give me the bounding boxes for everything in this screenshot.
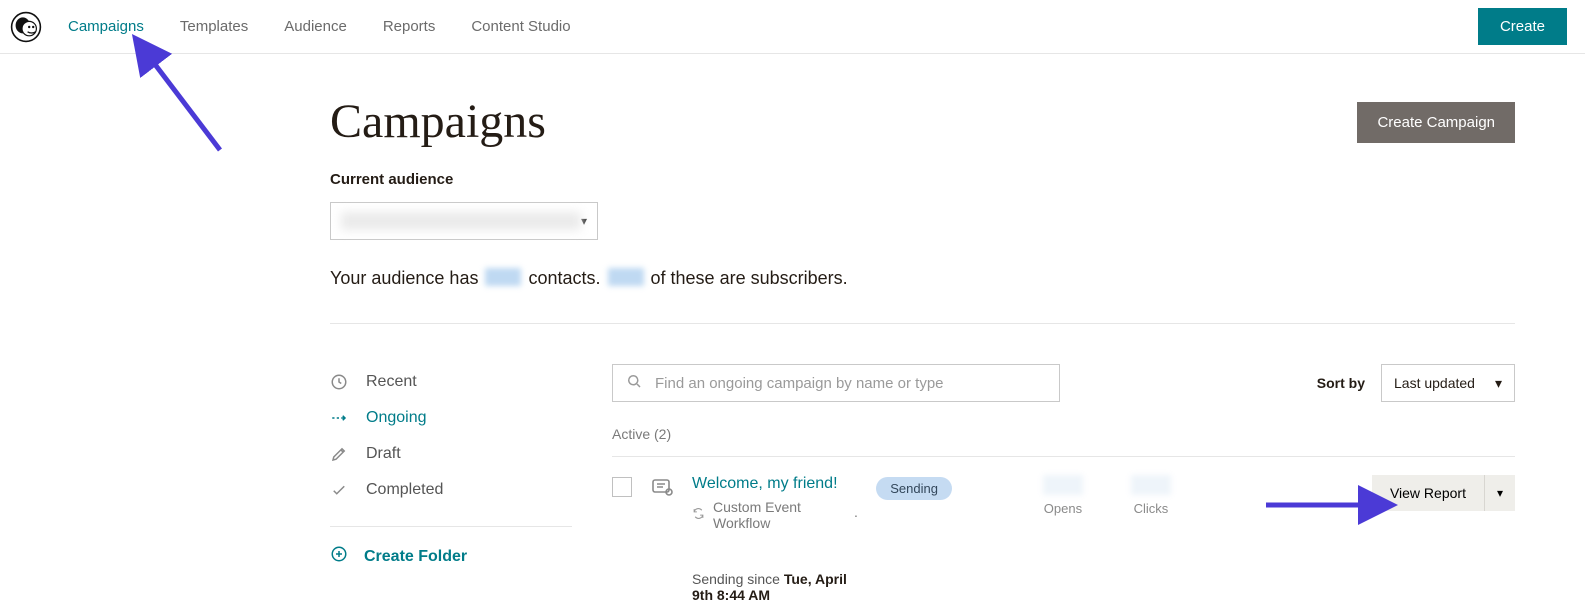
sidebar-item-recent[interactable]: Recent (330, 364, 572, 400)
meta-separator: · (854, 507, 859, 523)
sending-since-prefix: Sending since (692, 571, 784, 587)
audience-summary: Your audience has contacts. of these are… (330, 268, 1515, 289)
automation-icon (650, 475, 674, 499)
sidebar-item-completed[interactable]: Completed (330, 472, 572, 508)
sidebar-item-label: Completed (366, 481, 443, 499)
arrow-dashed-icon (330, 409, 348, 427)
sort-value: Last updated (1394, 375, 1475, 391)
sidebar: Recent Ongoing Draft Completed (330, 364, 572, 603)
audience-summary-suffix: of these are subscribers. (646, 268, 848, 288)
sidebar-divider (330, 526, 572, 527)
current-audience-label: Current audience (330, 171, 1515, 188)
workflow-type: Custom Event Workflow (713, 499, 846, 531)
main: Campaigns Create Campaign Current audien… (0, 54, 1555, 603)
chevron-down-icon: ▾ (581, 214, 587, 228)
row-actions-dropdown[interactable]: ▾ (1484, 475, 1515, 511)
audience-block: Current audience ▾ Your audience has con… (330, 171, 1515, 289)
contact-count-redacted (485, 268, 521, 286)
logo-mailchimp[interactable] (8, 9, 44, 45)
audience-summary-mid: contacts. (523, 268, 605, 288)
audience-summary-prefix: Your audience has (330, 268, 483, 288)
lower: Recent Ongoing Draft Completed (330, 364, 1515, 603)
subscriber-count-redacted (608, 268, 644, 286)
campaign-row: Welcome, my friend! Custom Event Workflo… (612, 456, 1515, 603)
sidebar-item-label: Recent (366, 373, 417, 391)
nav-item-templates[interactable]: Templates (180, 18, 248, 35)
repeat-icon (692, 507, 705, 523)
row-actions: View Report ▾ (1372, 475, 1515, 511)
view-report-button[interactable]: View Report (1372, 475, 1484, 511)
campaign-meta: Custom Event Workflow · (692, 499, 858, 531)
chevron-down-icon: ▾ (1495, 375, 1502, 392)
plus-circle-icon (330, 545, 348, 568)
campaign-info: Welcome, my friend! Custom Event Workflo… (692, 475, 858, 603)
sort-select[interactable]: Last updated ▾ (1381, 364, 1515, 402)
nav-item-content-studio[interactable]: Content Studio (471, 18, 570, 35)
stat-opens: Opens (1028, 475, 1098, 516)
divider (330, 323, 1515, 324)
nav-item-reports[interactable]: Reports (383, 18, 436, 35)
chevron-down-icon: ▾ (1497, 486, 1503, 500)
nav-item-campaigns[interactable]: Campaigns (68, 18, 144, 35)
pencil-icon (330, 445, 348, 463)
topbar: Campaigns Templates Audience Reports Con… (0, 0, 1585, 54)
audience-select-value (341, 212, 581, 230)
sort-wrap: Sort by Last updated ▾ (1317, 364, 1515, 402)
mailchimp-icon (10, 11, 42, 43)
create-folder-label: Create Folder (364, 548, 467, 566)
search-icon (625, 372, 643, 395)
sidebar-item-draft[interactable]: Draft (330, 436, 572, 472)
page-title: Campaigns (330, 94, 546, 149)
check-icon (330, 481, 348, 499)
clock-icon (330, 373, 348, 391)
nav-item-audience[interactable]: Audience (284, 18, 347, 35)
create-folder-button[interactable]: Create Folder (330, 545, 572, 568)
audience-select[interactable]: ▾ (330, 202, 598, 240)
stat-clicks: Clicks (1116, 475, 1186, 516)
search-row: Sort by Last updated ▾ (612, 364, 1515, 402)
sort-label: Sort by (1317, 375, 1365, 391)
sidebar-item-label: Ongoing (366, 409, 427, 427)
campaign-title-link[interactable]: Welcome, my friend! (692, 475, 858, 493)
sidebar-item-ongoing[interactable]: Ongoing (330, 400, 572, 436)
row-checkbox[interactable] (612, 477, 632, 497)
search-box[interactable] (612, 364, 1060, 402)
page-header: Campaigns Create Campaign (330, 94, 1515, 149)
stat-clicks-value-redacted (1131, 475, 1171, 495)
create-campaign-button[interactable]: Create Campaign (1357, 102, 1515, 143)
search-input[interactable] (655, 375, 1047, 392)
create-button[interactable]: Create (1478, 8, 1567, 45)
active-count-label: Active (2) (612, 426, 1515, 442)
sending-since: Sending since Tue, April 9th 8:44 AM (692, 571, 858, 603)
stat-opens-label: Opens (1028, 501, 1098, 516)
status-badge: Sending (876, 477, 952, 500)
content: Sort by Last updated ▾ Active (2) Welcom… (612, 364, 1515, 603)
nav-links: Campaigns Templates Audience Reports Con… (68, 18, 571, 35)
stat-clicks-label: Clicks (1116, 501, 1186, 516)
stat-opens-value-redacted (1043, 475, 1083, 495)
sidebar-item-label: Draft (366, 445, 401, 463)
